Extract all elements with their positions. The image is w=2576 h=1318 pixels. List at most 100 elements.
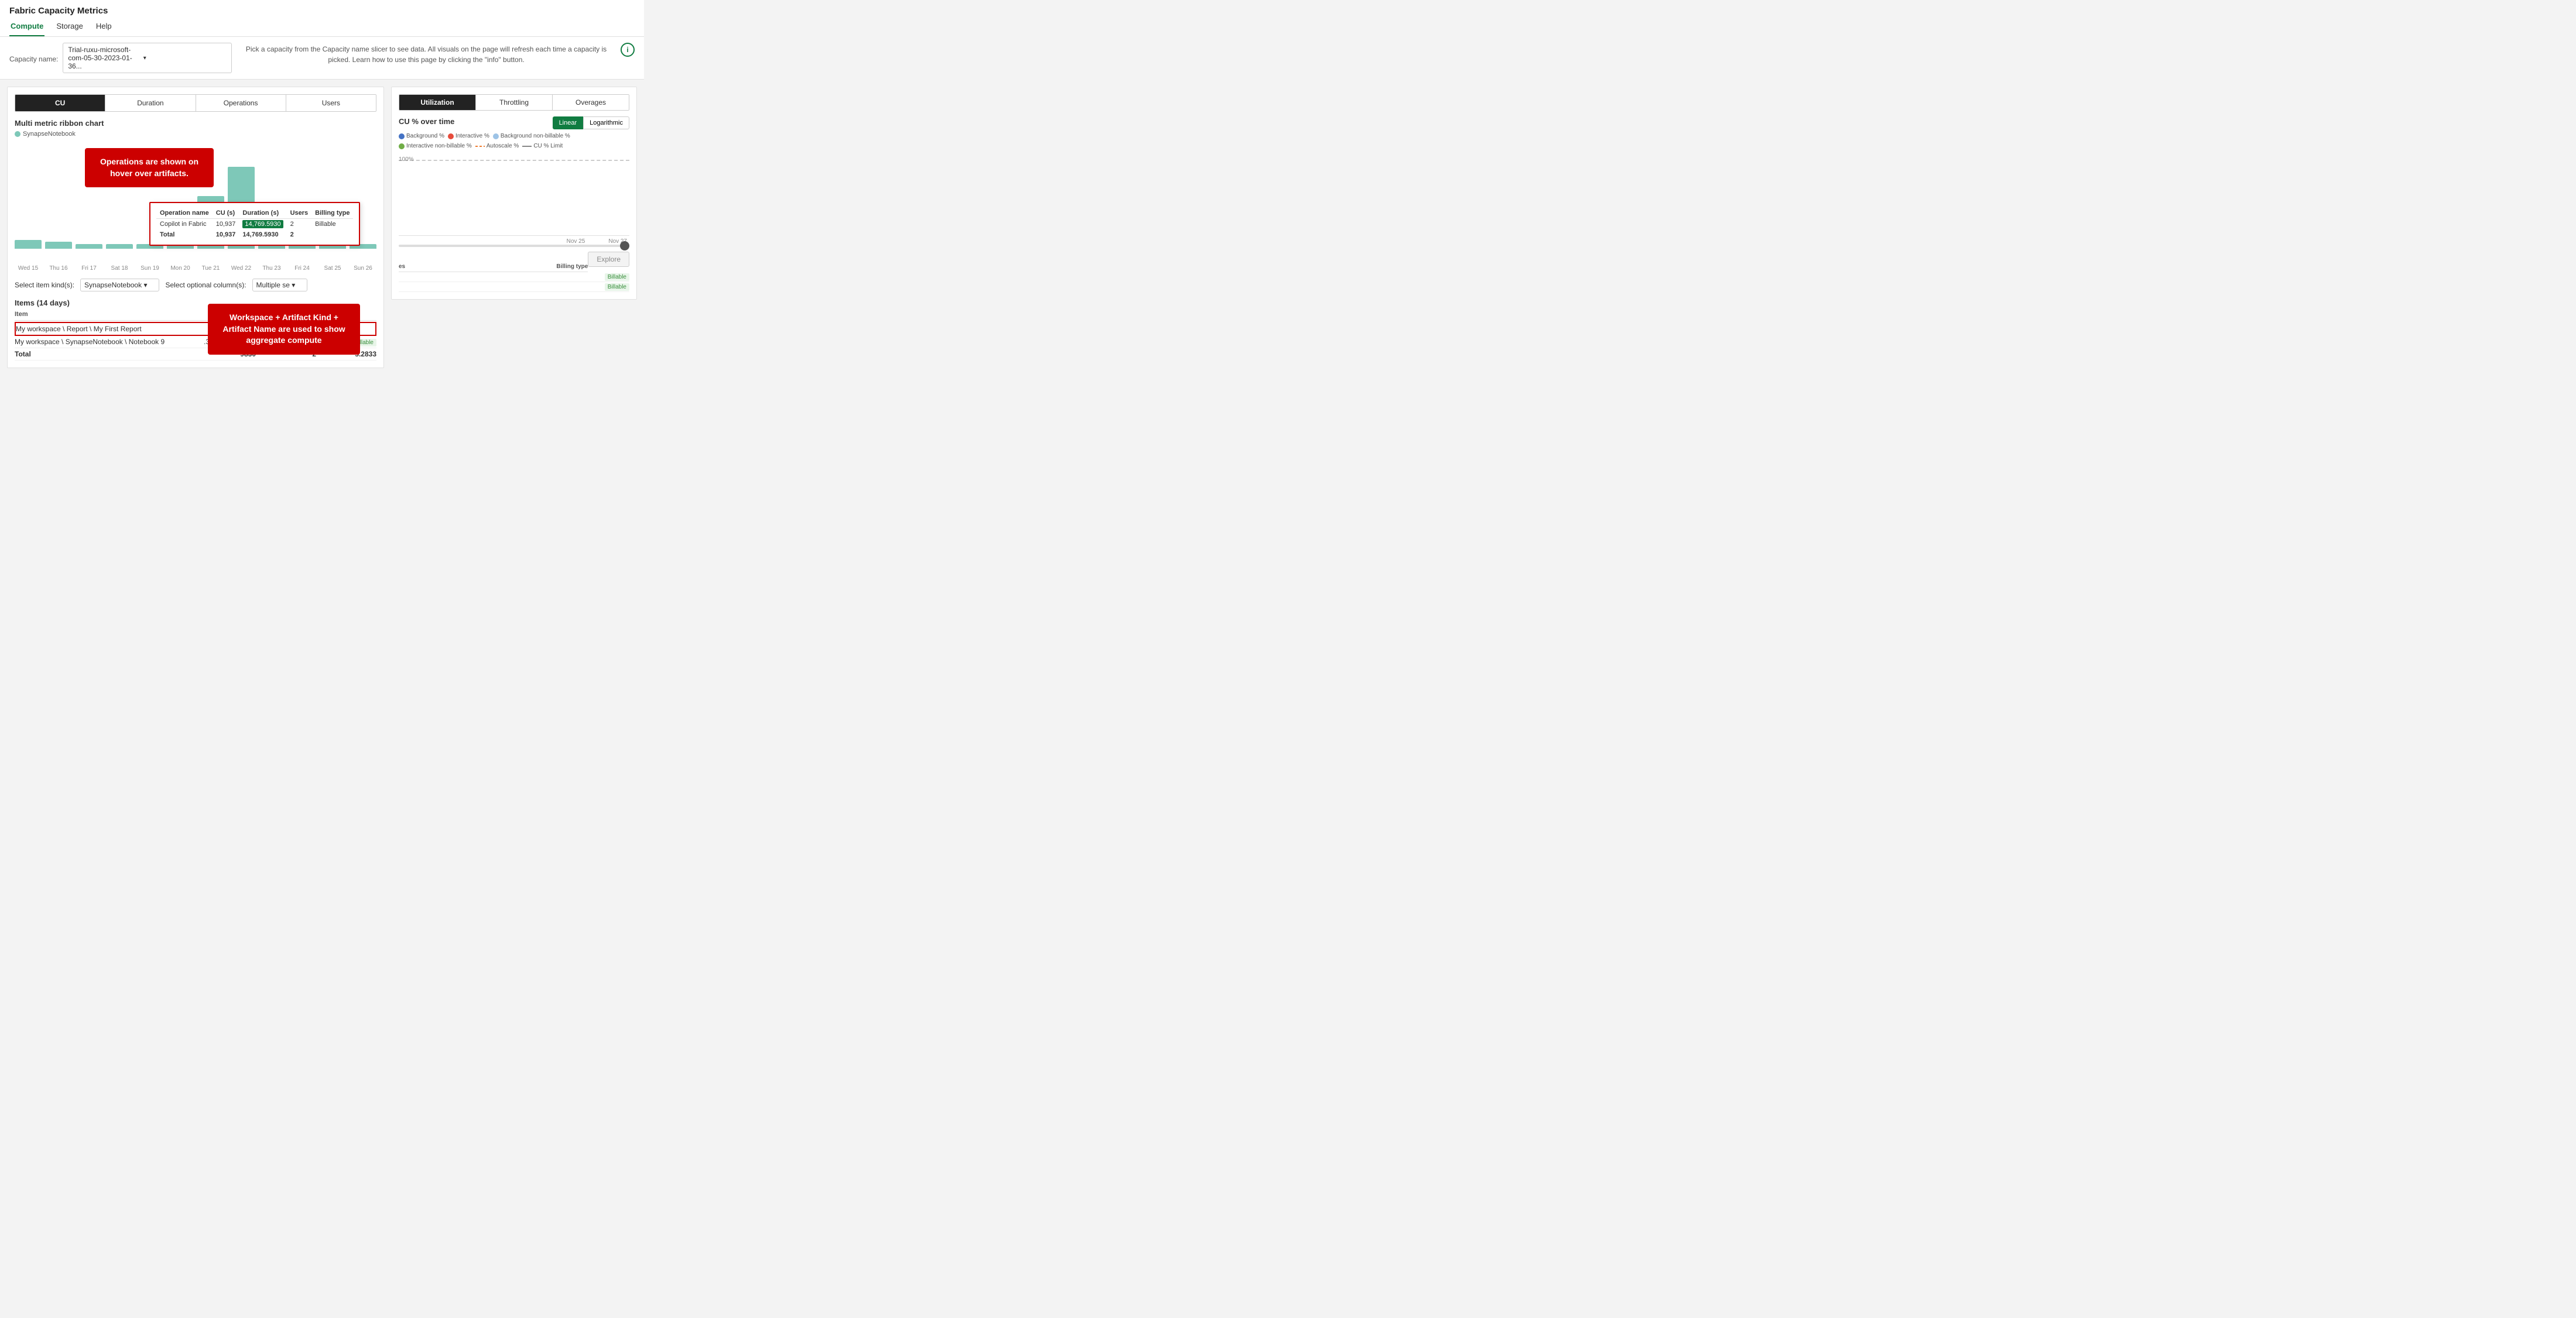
- legend-autoscale: Autoscale %: [475, 143, 519, 149]
- time-label-nov25: Nov 25: [567, 238, 585, 245]
- tab-throttling[interactable]: Throttling: [476, 95, 553, 110]
- x-label-sat18: Sat 18: [106, 265, 133, 272]
- bar-thu16: [45, 242, 72, 249]
- dashed-100-line: [399, 160, 629, 161]
- x-label-sun26: Sun 26: [350, 265, 376, 272]
- scale-buttons: Linear Logarithmic: [553, 116, 629, 129]
- item-kind-label: Select item kind(s):: [15, 281, 74, 289]
- tooltip-col-users: Users: [287, 208, 312, 219]
- time-axis: Nov 25 Nov 27: [399, 238, 629, 245]
- tooltip-total-billing: [311, 229, 353, 240]
- x-label-fri24: Fri 24: [289, 265, 316, 272]
- tooltip-total-row: Total 10,937 14,769.5930 2: [156, 229, 353, 240]
- tooltip-popup: Operation name CU (s) Duration (s) Users…: [149, 202, 360, 246]
- tab-cu[interactable]: CU: [15, 95, 105, 111]
- bar-sat18: [106, 244, 133, 249]
- app-title: Fabric Capacity Metrics: [9, 6, 108, 16]
- tab-overages[interactable]: Overages: [553, 95, 629, 110]
- x-label-fri17: Fri 17: [76, 265, 102, 272]
- tooltip-total-users: 2: [287, 229, 312, 240]
- slider-thumb[interactable]: [620, 241, 629, 250]
- tab-duration[interactable]: Duration: [105, 95, 196, 111]
- legend-dot-synapse: [15, 131, 20, 137]
- optional-col-label: Select optional column(s):: [165, 281, 246, 289]
- chart-x-labels: Wed 15 Thu 16 Fri 17 Sat 18 Sun 19 Mon 2…: [15, 265, 376, 272]
- legend-dot-interactive: [448, 133, 454, 139]
- tooltip-op-name: Copilot in Fabric: [156, 219, 213, 230]
- x-label-sat25: Sat 25: [319, 265, 346, 272]
- info-button[interactable]: i: [621, 43, 635, 57]
- chart-title: Multi metric ribbon chart: [15, 119, 376, 128]
- tooltip-row-1: Copilot in Fabric 10,937 14,769.5930 2 B…: [156, 219, 353, 230]
- row2-item: My workspace \ SynapseNotebook \ Noteboo…: [15, 338, 170, 346]
- right-table-header: es Billing type: [399, 263, 588, 272]
- slider-track[interactable]: [399, 245, 629, 247]
- legend-interactive: Interactive %: [448, 133, 489, 139]
- capacity-dropdown[interactable]: Trial-ruxu-microsoft-com-05-30-2023-01-3…: [63, 43, 232, 73]
- filter-row: Select item kind(s): SynapseNotebook ▾ S…: [15, 279, 376, 291]
- nav-tab-storage[interactable]: Storage: [55, 19, 84, 36]
- legend-bg: Background %: [399, 133, 444, 139]
- explore-button[interactable]: Explore: [588, 252, 629, 267]
- tab-users[interactable]: Users: [286, 95, 376, 111]
- rcol-billing-type: Billing type: [525, 263, 588, 270]
- legend-dot-interactive-nonbill: [399, 143, 405, 149]
- right-legend: Background % Interactive % Background no…: [399, 133, 629, 149]
- capacity-value: Trial-ruxu-microsoft-com-05-30-2023-01-3…: [68, 46, 139, 70]
- tooltip-billing: Billable: [311, 219, 353, 230]
- right-table: es Billing type Billable Billable: [399, 263, 629, 292]
- scale-log-btn[interactable]: Logarithmic: [583, 116, 629, 129]
- bottom-callout: Workspace + Artifact Kind + Artifact Nam…: [208, 304, 360, 355]
- right-chart-area: 100%: [399, 154, 629, 236]
- legend-label-bg: Background %: [406, 133, 444, 139]
- total-label: Total: [15, 350, 196, 358]
- right-table-row-2[interactable]: Billable: [399, 282, 629, 292]
- bar-wed15: [15, 240, 42, 249]
- scale-linear-btn[interactable]: Linear: [553, 116, 584, 129]
- tooltip-col-op: Operation name: [156, 208, 213, 219]
- x-label-thu16: Thu 16: [45, 265, 72, 272]
- legend-label-autoscale: Autoscale %: [487, 143, 519, 149]
- items-section: Items (14 days) Item My workspace \ Repo…: [15, 298, 376, 361]
- item-kind-dropdown[interactable]: SynapseNotebook ▾: [80, 279, 159, 291]
- tooltip-cu: 10,937: [213, 219, 239, 230]
- optional-col-dropdown[interactable]: Multiple se ▾: [252, 279, 308, 291]
- capacity-label: Capacity name:: [9, 55, 58, 63]
- right-tab-bar: Utilization Throttling Overages: [399, 94, 629, 111]
- legend-line-cu-limit: [522, 146, 532, 147]
- nav-tab-compute[interactable]: Compute: [9, 19, 44, 36]
- tooltip-total-cu: 10,937: [213, 229, 239, 240]
- legend-label-interactive: Interactive %: [455, 133, 489, 139]
- tab-utilization[interactable]: Utilization: [399, 95, 476, 110]
- left-tab-bar: CU Duration Operations Users: [15, 94, 376, 112]
- 100-label: 100%: [399, 156, 414, 163]
- tooltip-col-billing: Billing type: [311, 208, 353, 219]
- callout-box: Operations are shown on hover over artif…: [85, 148, 214, 187]
- rcol-es: es: [399, 263, 525, 270]
- x-label-wed22: Wed 22: [228, 265, 255, 272]
- x-label-sun19: Sun 19: [136, 265, 163, 272]
- header-info-text: Pick a capacity from the Capacity name s…: [244, 44, 609, 65]
- chevron-down-icon: ▾: [143, 55, 215, 61]
- legend-interactive-nonbill: Interactive non-billable %: [399, 143, 472, 149]
- legend-label-synapse: SynapseNotebook: [23, 131, 76, 138]
- legend-dot-bg: [399, 133, 405, 139]
- legend-bg-nonbill: Background non-billable %: [493, 133, 570, 139]
- tooltip-total-label: Total: [156, 229, 213, 240]
- bar-fri17: [76, 244, 102, 249]
- legend-label-interactive-nonbill: Interactive non-billable %: [406, 143, 472, 149]
- tooltip-col-cu: CU (s): [213, 208, 239, 219]
- tab-operations[interactable]: Operations: [196, 95, 286, 111]
- legend-cu-limit: CU % Limit: [522, 143, 563, 149]
- legend-label-cu-limit: CU % Limit: [533, 143, 563, 149]
- tooltip-users: 2: [287, 219, 312, 230]
- legend-label-bg-nonbill: Background non-billable %: [501, 133, 570, 139]
- x-label-tue21: Tue 21: [197, 265, 224, 272]
- right-table-row-1[interactable]: Billable: [399, 272, 629, 282]
- tooltip-duration: 14,769.5930: [239, 219, 286, 230]
- legend-line-autoscale: [475, 146, 485, 147]
- slider-row[interactable]: [399, 245, 629, 247]
- x-label-wed15: Wed 15: [15, 265, 42, 272]
- nav-tab-help[interactable]: Help: [95, 19, 113, 36]
- tooltip-col-dur: Duration (s): [239, 208, 286, 219]
